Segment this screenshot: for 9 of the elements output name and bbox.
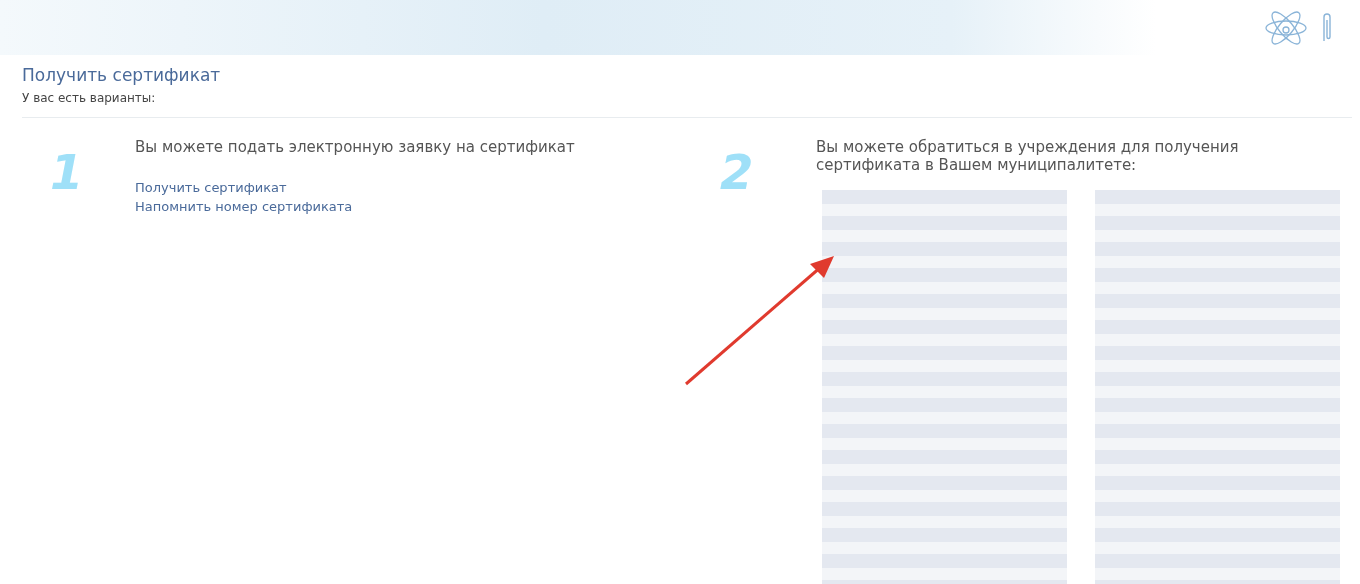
- link[interactable]: Получить сертификат: [135, 178, 625, 197]
- step-number: 1: [49, 143, 85, 200]
- step-number: 2: [719, 143, 755, 200]
- option-text: Вы можете обратиться в учреждения для получения сертификата в Вашем муниципалитете:: [816, 138, 1240, 174]
- atom-icon: [1264, 10, 1308, 45]
- page-title: Получить сертификат: [22, 65, 222, 85]
- page-subtitle: У вас есть варианты:: [22, 91, 157, 105]
- link[interactable]: Напомнить номер сертификата: [135, 197, 625, 216]
- option-text: Вы можете подать электронную заявку на сертификат: [135, 138, 576, 156]
